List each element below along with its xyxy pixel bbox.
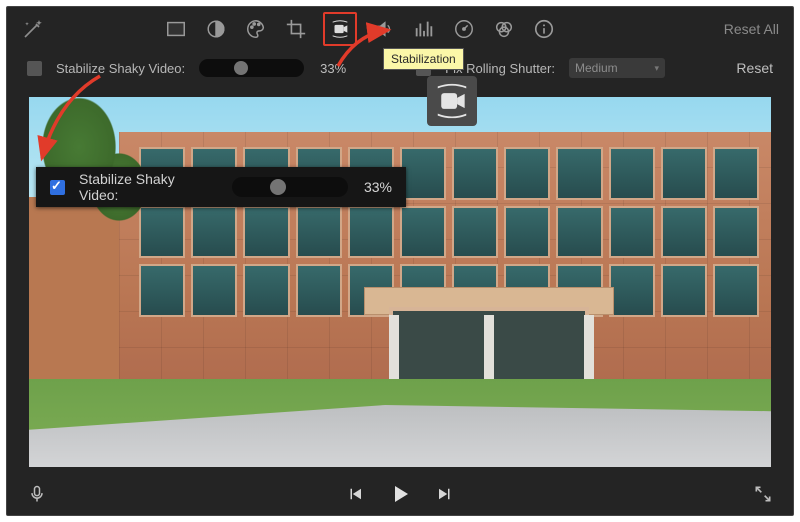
stabilize-slider[interactable]: [199, 59, 304, 77]
equalizer-icon[interactable]: [411, 16, 437, 42]
stabilize-label: Stabilize Shaky Video:: [56, 61, 185, 76]
next-button[interactable]: [436, 485, 454, 503]
reset-button[interactable]: Reset: [736, 60, 773, 76]
stabilize-checkbox-enabled[interactable]: [50, 180, 65, 195]
reset-all-button[interactable]: Reset All: [724, 21, 779, 37]
stabilize-checkbox[interactable]: [27, 61, 42, 76]
rolling-shutter-select[interactable]: Medium ▾: [569, 58, 665, 78]
color-board-icon[interactable]: [163, 16, 189, 42]
previous-button[interactable]: [346, 485, 364, 503]
volume-icon[interactable]: [371, 16, 397, 42]
chevron-down-icon: ▾: [654, 63, 659, 74]
palette-icon[interactable]: [243, 16, 269, 42]
filters-icon[interactable]: [491, 16, 517, 42]
stabilization-icon[interactable]: [323, 12, 357, 46]
magic-wand-icon[interactable]: [21, 17, 45, 41]
contrast-icon[interactable]: [203, 16, 229, 42]
stabilization-tooltip: Stabilization: [383, 48, 464, 70]
stabilize-label-enabled: Stabilize Shaky Video:: [79, 171, 218, 203]
stabilize-percent: 33%: [320, 61, 346, 76]
stabilization-large-icon: [427, 76, 477, 126]
speed-icon[interactable]: [451, 16, 477, 42]
crop-icon[interactable]: [283, 16, 309, 42]
video-preview: [29, 97, 771, 467]
video-editor-window: Reset All Stabilize Shaky Video: 33% Fix…: [6, 6, 794, 516]
stabilize-slider-enabled[interactable]: [232, 177, 348, 197]
play-button[interactable]: [388, 482, 412, 506]
info-icon[interactable]: [531, 16, 557, 42]
playback-bar: [7, 473, 793, 515]
stabilize-percent-enabled: 33%: [364, 179, 392, 195]
stabilize-enabled-panel: Stabilize Shaky Video: 33%: [36, 167, 406, 207]
inspector-tabs: [163, 12, 557, 46]
microphone-icon[interactable]: [27, 484, 47, 504]
inspector-toolbar: Reset All: [7, 7, 793, 51]
rolling-shutter-value: Medium: [575, 61, 618, 75]
fullscreen-icon[interactable]: [753, 484, 773, 504]
